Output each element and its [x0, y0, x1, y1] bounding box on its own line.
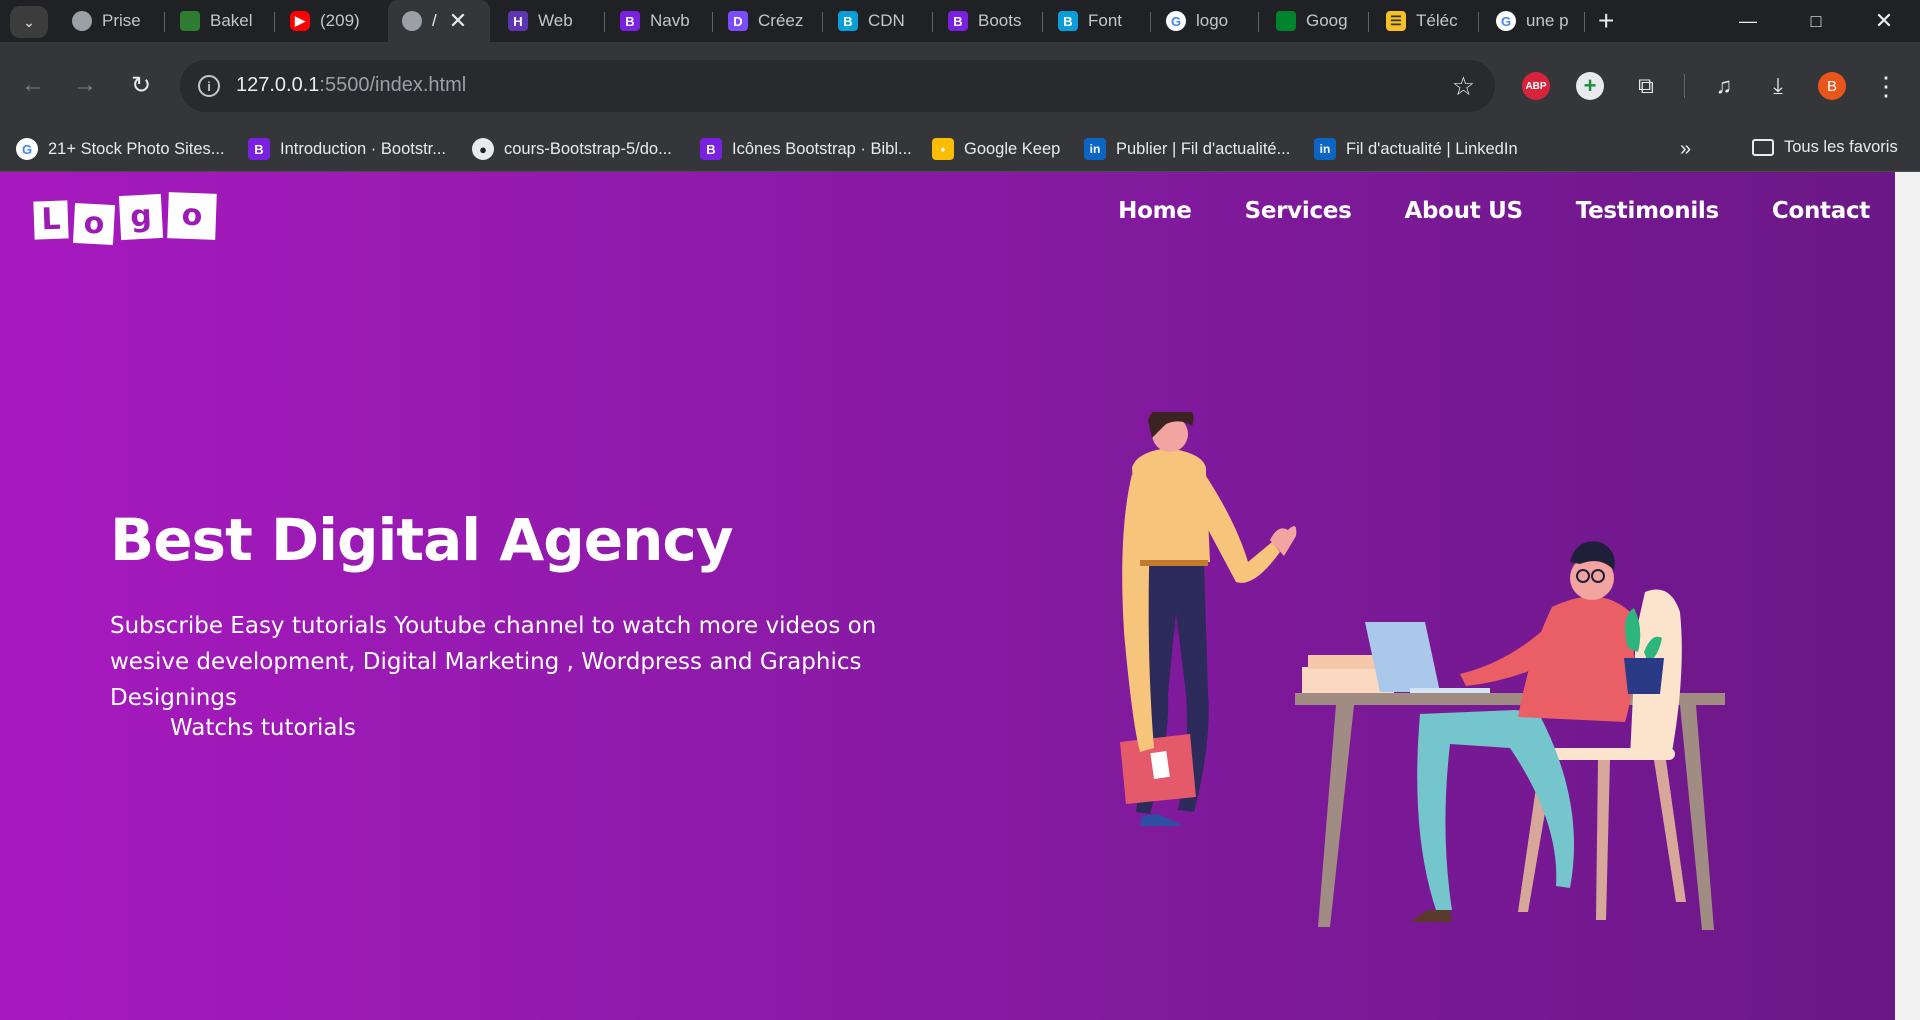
hero-illustration	[1120, 412, 1725, 930]
main-nav: Home Services About US Testimonils Conta…	[1118, 198, 1870, 224]
tab-telec[interactable]: ☰ Téléc	[1386, 0, 1460, 42]
nav-services[interactable]: Services	[1245, 198, 1352, 224]
tab-goog[interactable]: Goog	[1276, 0, 1356, 42]
site-logo[interactable]: L o g o	[33, 186, 217, 246]
nav-contact[interactable]: Contact	[1772, 198, 1870, 224]
web-page: L o g o Home Services About US Testimoni…	[0, 172, 1895, 1020]
avatar-letter: B	[1826, 77, 1837, 95]
arrow-left-icon: ←	[21, 71, 45, 98]
chevron-down-icon: ⌄	[23, 13, 35, 30]
reload-button[interactable]: ↻	[124, 68, 158, 102]
reload-icon: ↻	[130, 71, 152, 99]
h-logo-icon: H	[508, 11, 528, 31]
bootstrap-blue-icon: B	[1058, 11, 1078, 31]
plus-icon: +	[1598, 5, 1615, 36]
abp-label: ABP	[1525, 80, 1547, 92]
profile-avatar[interactable]: B	[1818, 72, 1846, 100]
nav-about[interactable]: About US	[1404, 198, 1523, 224]
google-icon: G	[16, 138, 38, 160]
bakeli-icon	[180, 11, 200, 31]
double-chevron-right-icon: »	[1680, 138, 1692, 160]
youtube-icon: ▶	[290, 11, 310, 31]
bookmark-google-keep[interactable]: • Google Keep	[932, 138, 1060, 160]
bootstrap-icon: B	[620, 11, 640, 31]
url-path: :5500/index.html	[319, 74, 467, 96]
github-icon: ●	[472, 138, 494, 160]
new-tab-button[interactable]: +	[1598, 6, 1614, 36]
tab-search-button[interactable]: ⌄	[10, 6, 48, 38]
tab-cdn[interactable]: B CDN	[838, 0, 934, 42]
tab-youtube[interactable]: ▶ (209)	[290, 0, 380, 42]
adblock-extension-icon[interactable]: ABP	[1522, 72, 1550, 100]
bootstrap-icon: B	[248, 138, 270, 160]
url-host: 127.0.0.1	[236, 74, 320, 96]
maximize-button[interactable]: □	[1796, 6, 1836, 36]
close-window-button[interactable]: ✕	[1864, 6, 1904, 36]
bookmark-stock-photos[interactable]: G 21+ Stock Photo Sites...	[16, 138, 225, 160]
tab-logo[interactable]: G logo	[1166, 0, 1246, 42]
maximize-icon: □	[1810, 10, 1822, 31]
bookmarks-overflow-button[interactable]: »	[1680, 138, 1691, 161]
tab-web[interactable]: H Web	[508, 0, 596, 42]
bookmark-linkedin-feed[interactable]: in Fil d'actualité | LinkedIn	[1314, 138, 1518, 160]
minimize-button[interactable]: —	[1728, 6, 1768, 36]
arrow-right-icon: →	[73, 71, 97, 98]
forward-button[interactable]: →	[68, 68, 102, 102]
hero-description: Subscribe Easy tutorials Youtube channel…	[110, 613, 877, 711]
bookmark-bootstrap-icons[interactable]: B Icônes Bootstrap · Bibl...	[700, 138, 912, 160]
bookmarks-bar: G 21+ Stock Photo Sites... B Introductio…	[0, 128, 1920, 172]
logo-letter: g	[118, 193, 164, 241]
menu-kebab-icon[interactable]: ⋮	[1872, 71, 1900, 101]
folder-icon	[1752, 139, 1774, 156]
bookmark-bootstrap-intro[interactable]: B Introduction · Bootstr...	[248, 138, 446, 160]
logo-letter: o	[167, 192, 217, 240]
tab-prise[interactable]: Prise	[72, 0, 168, 42]
bookmark-star-icon[interactable]: ☆	[1452, 71, 1475, 102]
tab-creez[interactable]: D Créez	[728, 0, 822, 42]
address-bar[interactable]: i 127.0.0.1:5500/index.html ☆	[180, 60, 1495, 112]
url-text[interactable]: 127.0.0.1:5500/index.html	[236, 74, 466, 97]
google-icon: G	[1166, 11, 1186, 31]
tab-boots[interactable]: B Boots	[948, 0, 1042, 42]
watch-tutorials-button[interactable]: Watchs tutorials	[170, 715, 356, 741]
globe-icon	[402, 11, 422, 31]
site-info-icon[interactable]: i	[198, 75, 220, 97]
keep-icon: •	[932, 138, 954, 160]
tab-active[interactable]: / ✕	[388, 0, 490, 42]
add-extension-icon[interactable]: +	[1576, 72, 1604, 100]
browser-toolbar: ← → ↻ i 127.0.0.1:5500/index.html ☆ ABP …	[0, 42, 1920, 128]
logo-letter: L	[33, 200, 69, 240]
bootstrap-blue-icon: B	[838, 11, 858, 31]
linkedin-icon: in	[1084, 138, 1106, 160]
media-control-icon[interactable]: ♫	[1710, 72, 1738, 100]
bootstrap-icon: B	[948, 11, 968, 31]
bookmark-github-course[interactable]: ● cours-Bootstrap-5/do...	[472, 138, 672, 160]
page-scrollbar[interactable]	[1895, 172, 1920, 1020]
tab-bakel[interactable]: Bakel	[180, 0, 270, 42]
nav-testimonials[interactable]: Testimonils	[1576, 198, 1719, 224]
linkedin-icon: in	[1314, 138, 1336, 160]
google-meet-icon	[1276, 11, 1296, 31]
logo-letter: o	[72, 202, 116, 246]
nav-home[interactable]: Home	[1118, 198, 1192, 224]
all-bookmarks-folder[interactable]: Tous les favoris	[1752, 138, 1898, 157]
canva-icon: D	[728, 11, 748, 31]
bootstrap-icon: B	[700, 138, 722, 160]
close-icon: ✕	[1874, 8, 1894, 33]
google-icon: G	[1496, 11, 1516, 31]
back-button[interactable]: ←	[16, 68, 50, 102]
tab-strip: ⌄ Prise Bakel ▶ (209) / ✕ H Web B Navb D…	[0, 0, 1920, 42]
bookmark-linkedin-publish[interactable]: in Publier | Fil d'actualité...	[1084, 138, 1290, 160]
close-tab-icon[interactable]: ✕	[449, 8, 467, 34]
minimize-icon: —	[1739, 10, 1757, 31]
tab-navb[interactable]: B Navb	[620, 0, 710, 42]
hero-title: Best Digital Agency	[110, 506, 734, 574]
download-icon[interactable]: ⤓	[1764, 72, 1792, 100]
tab-font[interactable]: B Font	[1058, 0, 1136, 42]
extensions-puzzle-icon[interactable]: ⧉	[1632, 72, 1660, 100]
layers-icon: ☰	[1386, 11, 1406, 31]
standing-man-figure	[1120, 412, 1297, 826]
tab-une[interactable]: G une p	[1496, 0, 1570, 42]
globe-icon	[72, 11, 92, 31]
